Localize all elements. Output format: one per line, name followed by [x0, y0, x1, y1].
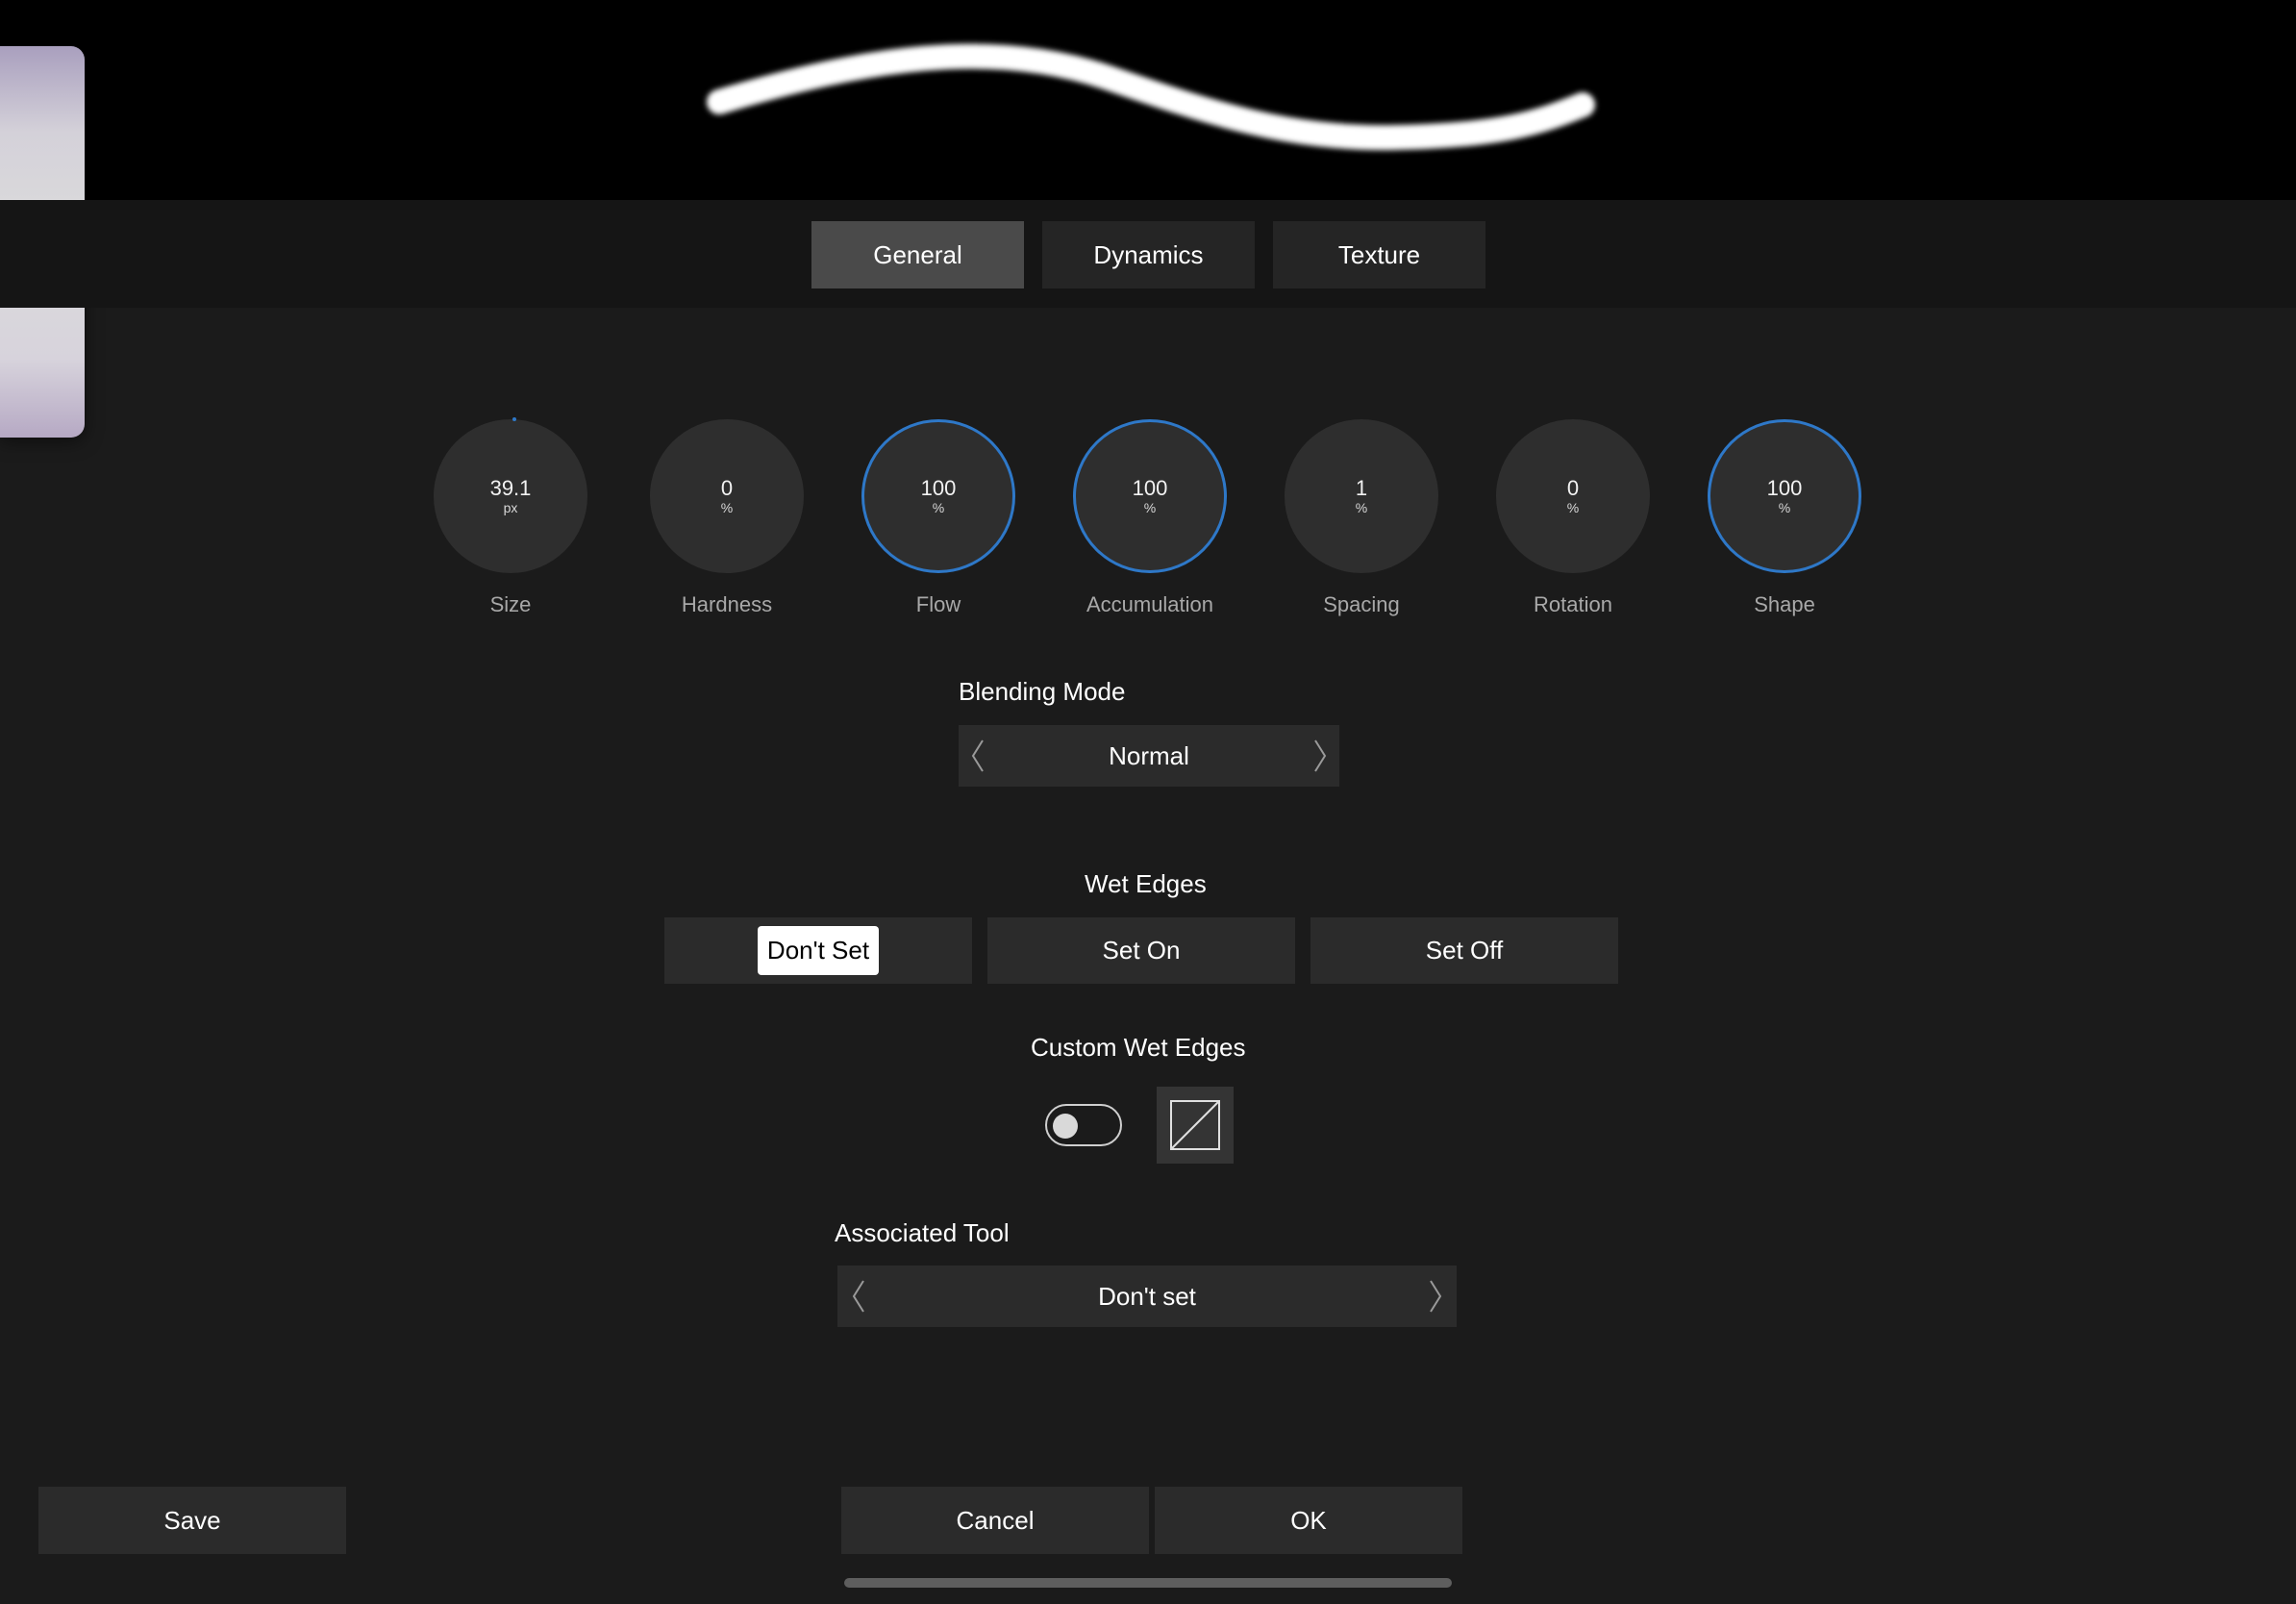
custom-wet-edges-curve-button[interactable] [1157, 1087, 1234, 1164]
size-dial-control: 39.1 px Size [405, 417, 616, 631]
spacing-dial[interactable]: 1 % [1285, 419, 1438, 573]
flow-unit: % [932, 500, 945, 515]
tab-dynamics[interactable]: Dynamics [1042, 221, 1255, 288]
rotation-dial[interactable]: 0 % [1496, 419, 1650, 573]
wet-edges-dont-set-label: Don't Set [757, 926, 880, 975]
custom-wet-edges-toggle[interactable] [1045, 1104, 1122, 1146]
shape-dial[interactable]: 100 % [1708, 419, 1861, 573]
accumulation-value: 100 [1132, 476, 1168, 500]
accumulation-dial-control: 100 % Accumulation [1044, 419, 1256, 631]
spacing-unit: % [1355, 500, 1368, 515]
blending-mode-title: Blending Mode [959, 677, 1126, 706]
size-dial[interactable]: 39.1 px [434, 417, 587, 573]
spacing-value: 1 [1355, 476, 1368, 500]
home-indicator[interactable] [844, 1578, 1452, 1588]
toggle-knob [1053, 1114, 1078, 1139]
hardness-unit: % [720, 500, 734, 515]
rotation-value: 0 [1566, 476, 1580, 500]
blending-mode-selector[interactable]: Normal [959, 725, 1339, 787]
chevron-left-icon[interactable] [849, 1277, 868, 1316]
hardness-dial-control: 0 % Hardness [621, 419, 833, 631]
hardness-dial[interactable]: 0 % [650, 419, 804, 573]
chevron-left-icon[interactable] [968, 737, 987, 775]
wet-edges-set-on-button[interactable]: Set On [987, 917, 1295, 984]
size-dial-indicator [512, 417, 516, 421]
accumulation-dial[interactable]: 100 % [1073, 419, 1227, 573]
shape-value: 100 [1766, 476, 1803, 500]
chevron-right-icon[interactable] [1310, 737, 1330, 775]
flow-label: Flow [915, 592, 961, 616]
tab-texture[interactable]: Texture [1273, 221, 1485, 288]
tab-bar: General Dynamics Texture [0, 200, 2296, 308]
rotation-label: Rotation [1534, 592, 1612, 616]
associated-tool-selector[interactable]: Don't set [837, 1266, 1457, 1327]
curve-graph-icon [1170, 1100, 1220, 1150]
shape-unit: % [1778, 500, 1791, 515]
spacing-dial-control: 1 % Spacing [1256, 419, 1467, 631]
wet-edges-set-on-label: Set On [1102, 936, 1181, 965]
accumulation-unit: % [1143, 500, 1157, 515]
wet-edges-title: Wet Edges [1085, 869, 1207, 898]
brush-stroke-preview [0, 0, 2296, 200]
ok-button[interactable]: OK [1155, 1487, 1462, 1554]
size-label: Size [489, 592, 532, 616]
blending-mode-value: Normal [1109, 740, 1189, 770]
hardness-label: Hardness [681, 592, 773, 616]
hardness-value: 0 [720, 476, 734, 500]
accumulation-label: Accumulation [1086, 592, 1214, 616]
flow-dial[interactable]: 100 % [861, 419, 1015, 573]
tab-general[interactable]: General [811, 221, 1024, 288]
chevron-right-icon[interactable] [1426, 1277, 1445, 1316]
wet-edges-set-off-label: Set Off [1425, 936, 1504, 965]
wet-edges-dont-set-button[interactable]: Don't Set [664, 917, 972, 984]
shape-dial-control: 100 % Shape [1679, 419, 1890, 631]
size-value: 39.1 [489, 476, 532, 500]
stroke-preview-graphic [707, 43, 1595, 151]
size-unit: px [503, 500, 518, 515]
wet-edges-set-off-button[interactable]: Set Off [1310, 917, 1618, 984]
shape-label: Shape [1754, 592, 1815, 616]
spacing-label: Spacing [1323, 592, 1400, 616]
associated-tool-value: Don't set [1098, 1281, 1196, 1311]
rotation-unit: % [1566, 500, 1580, 515]
cancel-button[interactable]: Cancel [841, 1487, 1149, 1554]
flow-dial-control: 100 % Flow [833, 419, 1044, 631]
associated-tool-title: Associated Tool [835, 1218, 1010, 1247]
save-button[interactable]: Save [38, 1487, 346, 1554]
flow-value: 100 [920, 476, 957, 500]
rotation-dial-control: 0 % Rotation [1467, 419, 1679, 631]
custom-wet-edges-title: Custom Wet Edges [1031, 1033, 1246, 1062]
